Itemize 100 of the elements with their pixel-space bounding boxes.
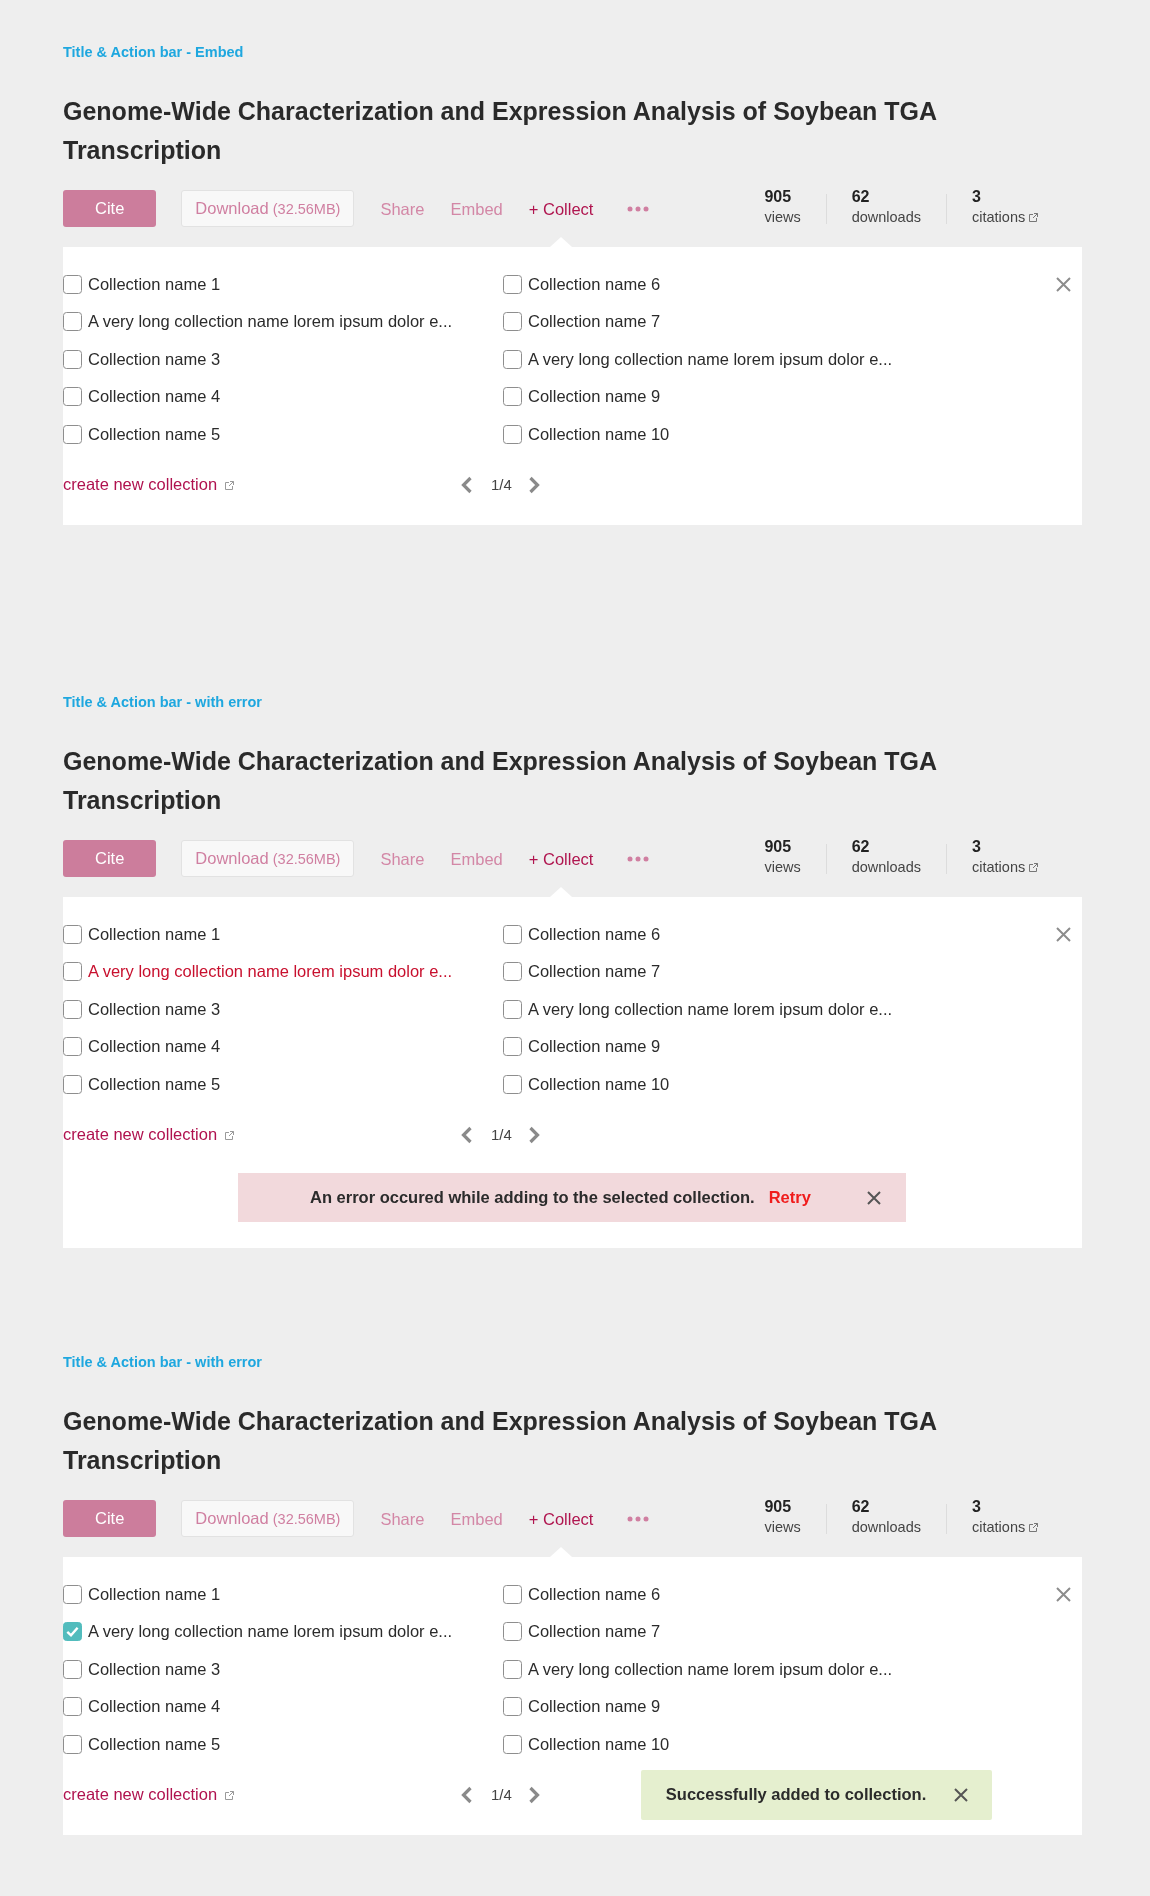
collection-name[interactable]: Collection name 3 [88, 349, 221, 369]
checkbox[interactable] [503, 274, 522, 294]
checkbox[interactable] [503, 999, 522, 1019]
checkbox[interactable] [503, 1074, 522, 1094]
collection-name[interactable]: Collection name 4 [88, 1037, 221, 1057]
action-link[interactable]: + Collect [528, 198, 594, 219]
checkbox[interactable] [63, 1734, 82, 1754]
page-indicator: 1/4 [491, 476, 512, 493]
chevron-right-icon[interactable] [527, 475, 541, 494]
collection-name[interactable]: A very long collection name lorem ipsum dolor e... [88, 312, 453, 332]
create-collection-link[interactable]: create new collection [63, 1785, 235, 1804]
create-collection-link[interactable]: create new collection [63, 475, 235, 494]
external-link-icon [225, 1131, 235, 1140]
article-title: Genome-Wide Characterization and Expression Analysis of Soybean TGA Transcription [63, 1405, 938, 1476]
article-title: Genome-Wide Characterization and Expression Analysis of Soybean TGA Transcription [63, 745, 938, 816]
collection-name[interactable]: A very long collection name lorem ipsum dolor e... [528, 1659, 893, 1679]
collection-name[interactable]: Collection name 4 [88, 1697, 221, 1717]
section-label: Title & Action bar - with error [63, 1353, 262, 1371]
checkbox[interactable] [63, 424, 82, 444]
checkbox[interactable] [63, 312, 82, 332]
collection-name[interactable]: Collection name 9 [528, 1037, 661, 1057]
collection-name[interactable]: A very long collection name lorem ipsum dolor e... [528, 349, 893, 369]
checkbox[interactable] [503, 1622, 522, 1642]
collection-name[interactable]: Collection name 10 [528, 1734, 670, 1754]
checkbox[interactable] [503, 1659, 522, 1679]
collection-name[interactable]: Collection name 9 [528, 1697, 661, 1717]
checkbox[interactable] [503, 1697, 522, 1717]
stat-label: views [764, 207, 801, 227]
chevron-right-icon[interactable] [527, 1785, 541, 1804]
checkbox[interactable] [63, 1659, 82, 1679]
collection-name[interactable]: Collection name 6 [528, 274, 661, 294]
error-message: An error occured while adding to the selected collection. [310, 1188, 755, 1207]
collection-name[interactable]: Collection name 6 [528, 1584, 661, 1604]
stat-value: 3 [972, 1496, 981, 1517]
collection-name[interactable]: Collection name 5 [88, 424, 221, 444]
create-collection-link[interactable]: create new collection [63, 1125, 235, 1144]
collection-name[interactable]: A very long collection name lorem ipsum dolor e... [88, 1622, 453, 1642]
stat-value: 905 [764, 1496, 792, 1517]
collection-name[interactable]: Collection name 1 [88, 274, 221, 294]
checkbox[interactable] [63, 999, 82, 1019]
checkbox[interactable] [63, 349, 82, 369]
stat-label: citations [972, 1517, 1026, 1537]
stat-value: 3 [972, 836, 981, 857]
checkbox[interactable] [503, 424, 522, 444]
checkbox[interactable] [503, 924, 522, 944]
section-label: Title & Action bar - with error [63, 693, 262, 711]
collection-name[interactable]: Collection name 1 [88, 1584, 221, 1604]
external-link-icon [225, 481, 235, 490]
collection-name[interactable]: Collection name 10 [528, 1074, 670, 1094]
close-icon[interactable] [954, 1787, 969, 1802]
checkbox[interactable] [63, 1037, 82, 1057]
page-indicator: 1/4 [491, 1786, 512, 1803]
stat-value: 62 [851, 1496, 870, 1517]
stat-label: downloads [851, 857, 921, 877]
collection-name[interactable]: Collection name 9 [528, 387, 661, 407]
checkbox[interactable] [503, 349, 522, 369]
collection-name[interactable]: Collection name 7 [528, 1622, 661, 1642]
close-icon[interactable] [1056, 926, 1071, 942]
stat-label: views [764, 857, 801, 877]
success-message: Successfully added to collection. [665, 1785, 927, 1804]
checkbox[interactable] [503, 1037, 522, 1057]
chevron-left-icon[interactable] [460, 1785, 473, 1804]
checkbox[interactable] [503, 387, 522, 407]
checkbox[interactable] [63, 274, 82, 294]
chevron-left-icon[interactable] [460, 1125, 473, 1144]
collection-name[interactable]: Collection name 7 [528, 962, 661, 982]
close-icon[interactable] [1056, 1586, 1071, 1602]
page-indicator: 1/4 [491, 1126, 512, 1143]
close-icon[interactable] [867, 1190, 881, 1205]
action-link[interactable]: + Collect [528, 848, 594, 869]
more-icon[interactable] [627, 855, 650, 862]
checkbox[interactable] [63, 962, 82, 982]
more-icon[interactable] [627, 1515, 650, 1522]
chevron-right-icon[interactable] [527, 1125, 541, 1144]
checkbox[interactable] [63, 1584, 82, 1604]
collection-name[interactable]: A very long collection name lorem ipsum dolor e... [528, 999, 893, 1019]
collection-name[interactable]: Collection name 10 [528, 424, 670, 444]
collection-name[interactable]: Collection name 5 [88, 1074, 221, 1094]
action-link[interactable]: + Collect [528, 1508, 594, 1529]
checkbox[interactable] [63, 1622, 82, 1642]
checkbox[interactable] [63, 924, 82, 944]
chevron-left-icon[interactable] [460, 475, 473, 494]
checkbox[interactable] [503, 1584, 522, 1604]
collection-name[interactable]: Collection name 4 [88, 387, 221, 407]
checkbox[interactable] [63, 1697, 82, 1717]
collection-name[interactable]: Collection name 5 [88, 1734, 221, 1754]
collection-name[interactable]: A very long collection name lorem ipsum dolor e... [88, 962, 453, 982]
collection-name[interactable]: Collection name 7 [528, 312, 661, 332]
checkbox[interactable] [503, 962, 522, 982]
stat-label: citations [972, 207, 1026, 227]
collection-name[interactable]: Collection name 3 [88, 1659, 221, 1679]
collection-name[interactable]: Collection name 1 [88, 924, 221, 944]
checkbox[interactable] [503, 312, 522, 332]
checkbox[interactable] [503, 1734, 522, 1754]
more-icon[interactable] [627, 205, 650, 212]
checkbox[interactable] [63, 387, 82, 407]
checkbox[interactable] [63, 1074, 82, 1094]
close-icon[interactable] [1056, 276, 1071, 292]
collection-name[interactable]: Collection name 6 [528, 924, 661, 944]
collection-name[interactable]: Collection name 3 [88, 999, 221, 1019]
